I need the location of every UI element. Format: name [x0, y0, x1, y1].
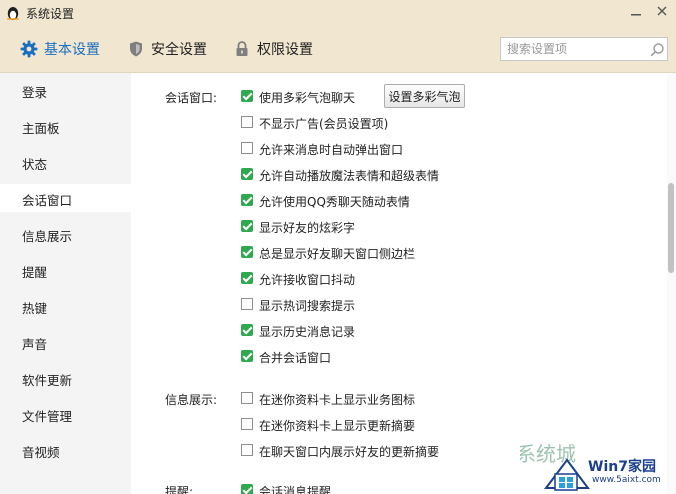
option-label: 显示好友的炫彩字 — [259, 221, 356, 235]
sidebar-item-audio-video[interactable]: 音视频 — [0, 436, 131, 464]
sidebar-item-label: 会话窗口 — [22, 193, 73, 208]
group-label-info: 信息展示: — [165, 393, 218, 407]
option-label: 在迷你资料卡上显示更新摘要 — [259, 419, 416, 433]
sidebar-item-info-display[interactable]: 信息展示 — [0, 220, 131, 248]
sidebar-item-status[interactable]: 状态 — [0, 148, 131, 176]
option-label: 显示历史消息记录 — [259, 325, 356, 339]
checkbox[interactable] — [241, 142, 253, 154]
checkbox[interactable] — [241, 246, 253, 258]
option-label: 不显示广告(会员设置项) — [259, 117, 389, 131]
close-icon[interactable] — [652, 3, 672, 21]
sidebar-item-login[interactable]: 登录 — [0, 76, 131, 104]
scrollbar-thumb[interactable] — [668, 183, 674, 273]
option-label: 允许自动播放魔法表情和超级表情 — [259, 169, 440, 183]
checkbox[interactable] — [241, 298, 253, 310]
title-bar: 系统设置 — [0, 0, 676, 26]
gear-icon — [20, 40, 38, 58]
sidebar-item-label: 主面板 — [22, 121, 60, 136]
checkbox[interactable] — [241, 444, 253, 456]
search-box — [500, 37, 668, 61]
sidebar-item-session-window[interactable]: 会话窗口 — [0, 184, 131, 212]
group-label-reminder: 提醒: — [165, 485, 194, 494]
minimize-icon[interactable] — [626, 3, 646, 21]
sidebar-item-label: 声音 — [22, 337, 48, 352]
option-label: 允许使用QQ秀聊天随动表情 — [259, 195, 410, 209]
shield-icon — [130, 41, 142, 57]
watermark-url: www.5aixt.com — [592, 475, 661, 485]
sidebar-item-sound[interactable]: 声音 — [0, 328, 131, 356]
option-label: 使用多彩气泡聊天 — [259, 91, 356, 105]
option-label: 在聊天窗口内展示好友的更新摘要 — [259, 445, 440, 459]
checkbox[interactable] — [241, 392, 253, 404]
tab-label: 安全设置 — [151, 42, 207, 58]
option-label: 显示热词搜索提示 — [259, 299, 356, 313]
tab-basic-settings[interactable]: 基本设置 — [20, 26, 100, 72]
sidebar-item-label: 音视频 — [22, 445, 60, 460]
sidebar-item-label: 文件管理 — [22, 409, 73, 424]
tab-security-settings[interactable]: 安全设置 — [127, 26, 207, 72]
checkbox[interactable] — [241, 116, 253, 128]
checkbox[interactable] — [241, 418, 253, 430]
sidebar-item-file-management[interactable]: 文件管理 — [0, 400, 131, 428]
checkbox[interactable] — [241, 350, 253, 362]
sidebar-item-reminder[interactable]: 提醒 — [0, 256, 131, 284]
tab-label: 基本设置 — [44, 42, 100, 58]
option-label: 总是显示好友聊天窗口侧边栏 — [259, 247, 416, 261]
lock-icon — [236, 41, 248, 56]
checkbox[interactable] — [241, 272, 253, 284]
checkbox[interactable] — [241, 324, 253, 336]
search-icon[interactable] — [649, 42, 665, 58]
sidebar-item-label: 软件更新 — [22, 373, 73, 388]
group-label-session: 会话窗口: — [165, 91, 218, 105]
settings-sidebar: 登录 主面板 状态 会话窗口 信息展示 提醒 热键 声音 软件更新 文件管理 音… — [0, 73, 131, 494]
tab-permission-settings[interactable]: 权限设置 — [233, 26, 313, 72]
win7-home-logo-icon — [544, 458, 590, 491]
sidebar-item-main-panel[interactable]: 主面板 — [0, 112, 131, 140]
option-label: 在迷你资料卡上显示业务图标 — [259, 393, 416, 407]
settings-content: 会话窗口: 使用多彩气泡聊天 设置多彩气泡 不显示广告(会员设置项) 允许来消息… — [131, 73, 676, 494]
sidebar-item-software-update[interactable]: 软件更新 — [0, 364, 131, 392]
checkbox[interactable] — [241, 220, 253, 232]
option-label: 合并会话窗口 — [259, 351, 332, 365]
window-title: 系统设置 — [26, 7, 75, 21]
sidebar-item-label: 提醒 — [22, 265, 48, 280]
watermark: 系统城 Win7家园 www.5aixt.com — [520, 440, 676, 494]
sidebar-item-hotkey[interactable]: 热键 — [0, 292, 131, 320]
qq-penguin-icon — [7, 7, 19, 20]
scrollbar-track[interactable] — [667, 73, 676, 494]
checkbox[interactable] — [241, 90, 253, 102]
checkbox[interactable] — [241, 484, 253, 494]
sidebar-item-label: 登录 — [22, 85, 48, 100]
option-label: 会话消息提醒 — [259, 485, 332, 494]
sidebar-item-label: 热键 — [22, 301, 48, 316]
search-input[interactable] — [507, 41, 643, 57]
watermark-title: Win7家园 — [588, 459, 656, 475]
option-label: 允许来消息时自动弹出窗口 — [259, 143, 404, 157]
checkbox[interactable] — [241, 194, 253, 206]
checkbox[interactable] — [241, 168, 253, 180]
sidebar-item-label: 信息展示 — [22, 229, 73, 244]
sidebar-item-label: 状态 — [22, 157, 48, 172]
set-colorful-bubble-button[interactable]: 设置多彩气泡 — [384, 84, 465, 108]
tab-label: 权限设置 — [257, 42, 313, 58]
option-label: 允许接收窗口抖动 — [259, 273, 356, 287]
